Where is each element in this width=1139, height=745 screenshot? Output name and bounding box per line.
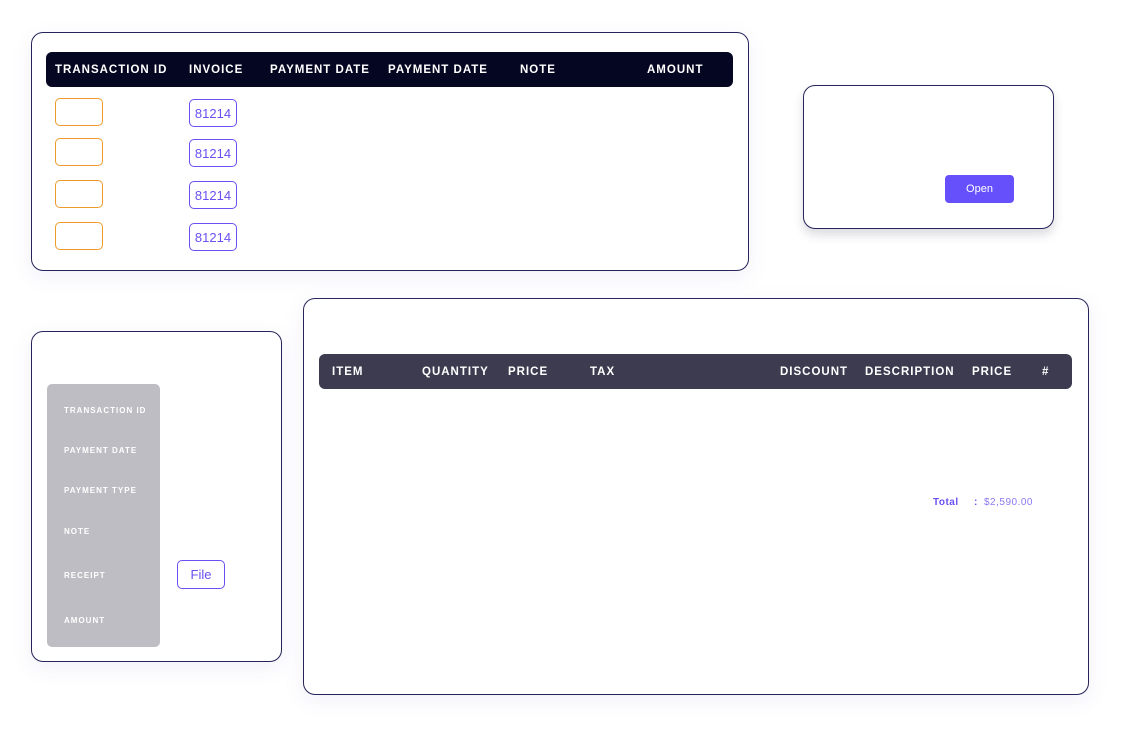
transactions-card: TRANSACTION ID INVOICE PAYMENT DATE PAYM…	[31, 32, 749, 271]
column-header-invoice: INVOICE	[189, 63, 244, 76]
label-payment-type: PAYMENT TYPE	[64, 486, 137, 495]
invoice-items-card: ITEM QUANTITY PRICE TAX DISCOUNT DESCRIP…	[303, 298, 1089, 695]
open-card: Open	[803, 85, 1054, 229]
column-header-payment-date: PAYMENT DATE	[270, 63, 370, 76]
total-value: $2,590.00	[984, 497, 1033, 508]
column-header-quantity: QUANTITY	[422, 365, 489, 378]
items-table-header: ITEM QUANTITY PRICE TAX DISCOUNT DESCRIP…	[319, 354, 1072, 389]
column-header-price-2: PRICE	[972, 365, 1013, 378]
column-header-price: PRICE	[508, 365, 549, 378]
transactions-table-header: TRANSACTION ID INVOICE PAYMENT DATE PAYM…	[46, 52, 733, 87]
open-button[interactable]: Open	[945, 175, 1014, 203]
label-payment-date: PAYMENT DATE	[64, 446, 138, 455]
total-label: Total	[933, 497, 959, 508]
label-note: NOTE	[64, 527, 91, 536]
column-header-item: ITEM	[332, 365, 364, 378]
transaction-id-field[interactable]	[55, 222, 103, 250]
column-header-transaction-id: TRANSACTION ID	[55, 63, 168, 76]
column-header-payment-date-2: PAYMENT DATE	[388, 63, 488, 76]
transaction-id-field[interactable]	[55, 180, 103, 208]
payment-details-card: TRANSACTION ID PAYMENT DATE PAYMENT TYPE…	[31, 331, 282, 662]
column-header-amount: AMOUNT	[647, 63, 704, 76]
column-header-number: #	[1042, 365, 1050, 378]
invoice-badge[interactable]: 81214	[189, 99, 237, 127]
total-separator: :	[974, 497, 978, 508]
invoice-badge[interactable]: 81214	[189, 181, 237, 209]
file-button[interactable]: File	[177, 560, 225, 589]
label-receipt: RECEIPT	[64, 571, 106, 580]
invoice-badge[interactable]: 81214	[189, 223, 237, 251]
column-header-tax: TAX	[590, 365, 616, 378]
transaction-id-field[interactable]	[55, 98, 103, 126]
column-header-note: NOTE	[520, 63, 556, 76]
label-transaction-id: TRANSACTION ID	[64, 406, 147, 415]
transaction-id-field[interactable]	[55, 138, 103, 166]
column-header-description: DESCRIPTION	[865, 365, 955, 378]
invoice-badge[interactable]: 81214	[189, 139, 237, 167]
label-amount: AMOUNT	[64, 616, 106, 625]
column-header-discount: DISCOUNT	[780, 365, 849, 378]
details-label-panel: TRANSACTION ID PAYMENT DATE PAYMENT TYPE…	[47, 384, 160, 647]
